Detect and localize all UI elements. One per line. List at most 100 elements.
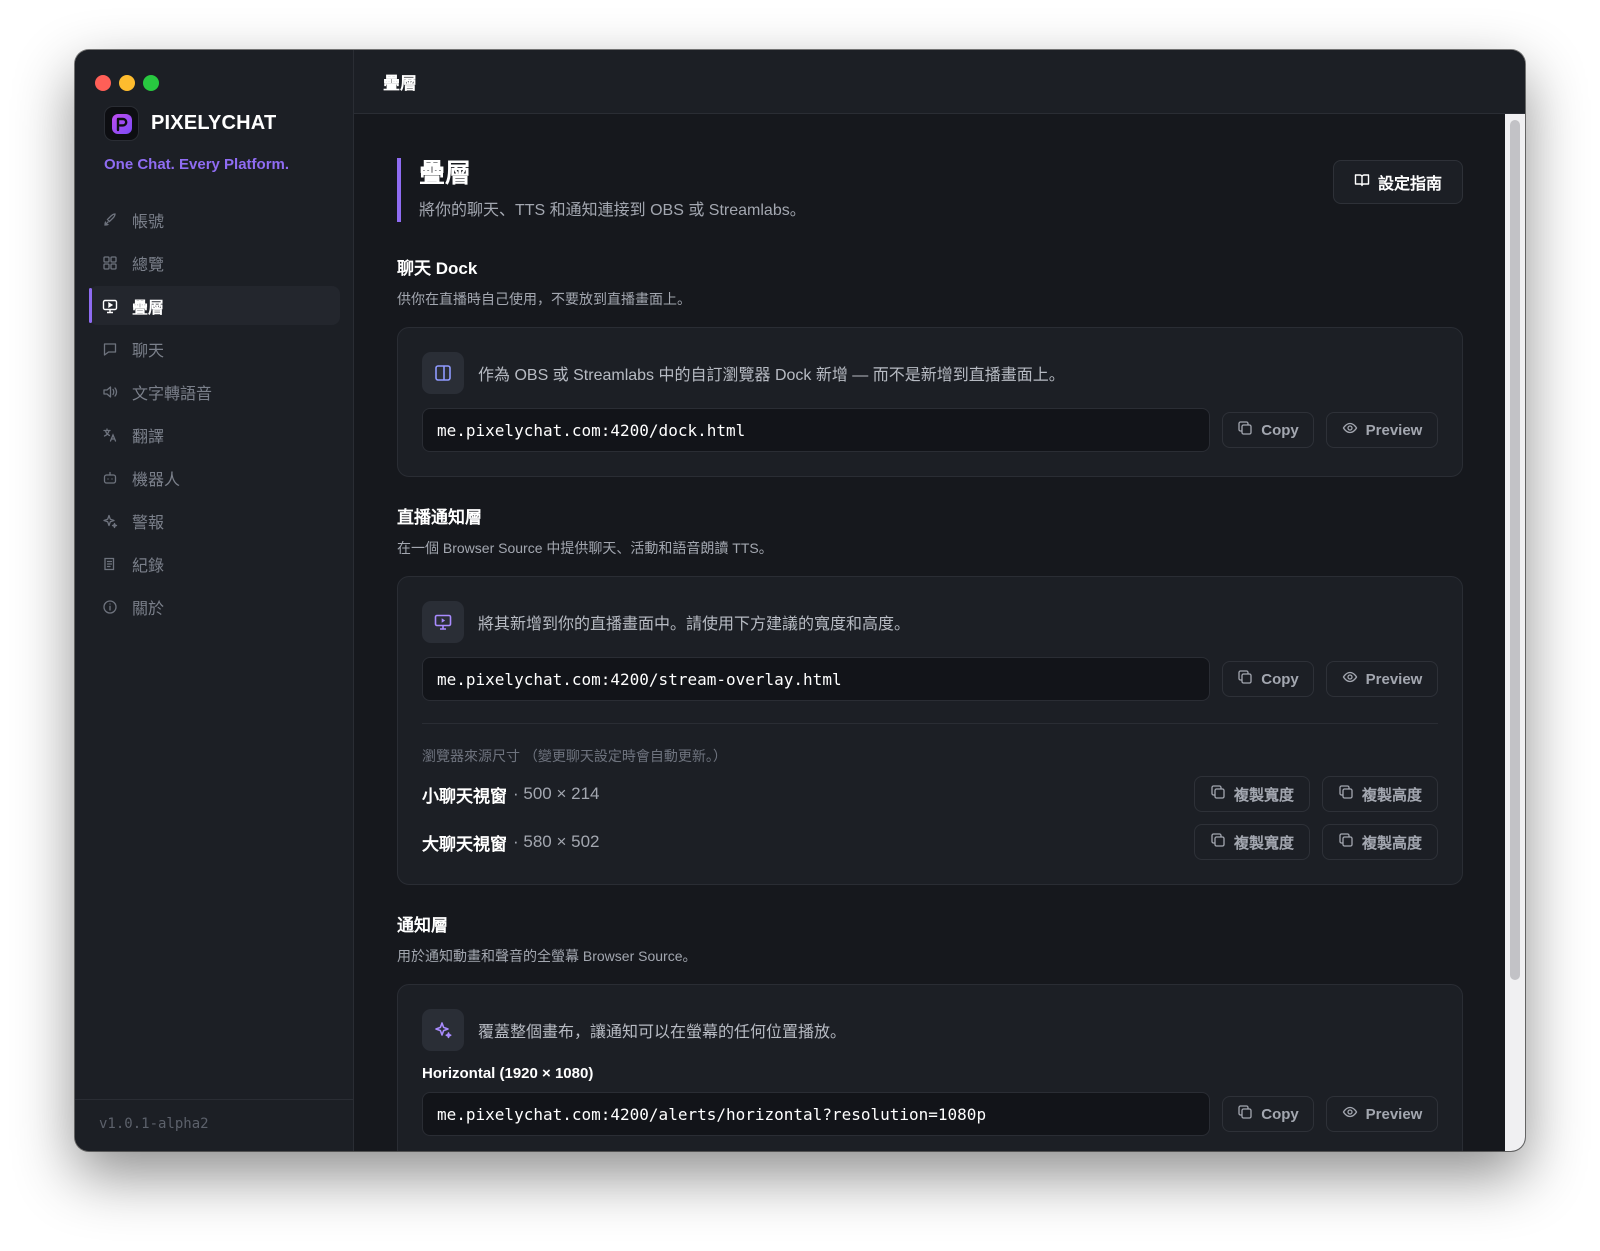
copy-width-button[interactable]: 複製寬度 <box>1194 824 1310 860</box>
chat-bubble-icon <box>101 340 119 358</box>
setup-guide-button[interactable]: 設定指南 <box>1332 160 1463 204</box>
section-subtitle: 用於通知動畫和聲音的全螢幕 Browser Source。 <box>397 948 697 964</box>
sidebar-item-label: 聊天 <box>132 342 165 360</box>
monitor-play-icon <box>422 601 464 643</box>
copy-width-label: 複製寬度 <box>1233 786 1294 804</box>
sparkle-icon <box>422 1009 464 1051</box>
sidebar-item-tts[interactable]: 文字轉語音 <box>89 372 340 411</box>
sidebar-item-translate[interactable]: 翻譯 <box>89 415 340 454</box>
sidebar-item-label: 紀錄 <box>132 557 165 575</box>
window-controls <box>95 75 159 91</box>
preview-button[interactable]: Preview <box>1326 1096 1438 1132</box>
minimize-window-button[interactable] <box>119 75 135 91</box>
copy-label: Copy <box>1261 421 1299 439</box>
size-name: 小聊天視窗 <box>422 786 507 806</box>
app-name: PIXELYCHAT <box>151 112 277 134</box>
size-row-small: 小聊天視窗 · 500 × 214 複製寬度 複製高度 <box>422 774 1438 814</box>
section-subtitle: 在一個 Browser Source 中提供聊天、活動和語音朗讀 TTS。 <box>397 540 773 556</box>
copy-icon <box>1237 1104 1253 1124</box>
preview-label: Preview <box>1365 1105 1423 1123</box>
eye-icon <box>1342 669 1358 689</box>
size-dimensions: · 500 × 214 <box>513 784 600 803</box>
copy-height-button[interactable]: 複製高度 <box>1322 824 1438 860</box>
horizontal-label: Horizontal (1920 × 1080) <box>422 1065 594 1082</box>
sidebar-item-label: 關於 <box>132 600 165 618</box>
section-subtitle: 供你在直播時自己使用，不要放到直播畫面上。 <box>397 291 691 307</box>
scrollbar[interactable] <box>1505 114 1525 1151</box>
info-icon <box>101 598 119 616</box>
copy-height-button[interactable]: 複製高度 <box>1322 776 1438 812</box>
sidebar-item-label: 翻譯 <box>132 428 165 446</box>
eye-icon <box>1342 1104 1358 1124</box>
page-subtitle: 將你的聊天、TTS 和通知連接到 OBS 或 Streamlabs。 <box>419 202 806 219</box>
size-name: 大聊天視窗 <box>422 834 507 854</box>
rocket-icon <box>101 211 119 229</box>
copy-width-label: 複製寬度 <box>1233 834 1294 852</box>
scrollbar-thumb[interactable] <box>1510 120 1520 980</box>
copy-button[interactable]: Copy <box>1222 661 1314 697</box>
translate-icon <box>101 426 119 444</box>
sidebar-item-label: 帳號 <box>132 213 165 231</box>
dock-section: 聊天 Dock 供你在直播時自己使用，不要放到直播畫面上。 作為 OBS 或 S… <box>397 254 1463 477</box>
app-version: v1.0.1-alpha2 <box>75 1099 353 1151</box>
sidebar-item-label: 文字轉語音 <box>132 385 213 403</box>
monitor-play-icon <box>101 297 119 315</box>
card-description: 將其新增到你的直播畫面中。請使用下方建議的寬度和高度。 <box>478 616 911 633</box>
sidebar-item-about[interactable]: 關於 <box>89 587 340 626</box>
sidebar-item-chat[interactable]: 聊天 <box>89 329 340 368</box>
sparkle-icon <box>101 512 119 530</box>
brand: PIXELYCHAT <box>104 106 276 141</box>
copy-button[interactable]: Copy <box>1222 1096 1314 1132</box>
log-icon <box>101 555 119 573</box>
bot-icon <box>101 469 119 487</box>
card-description: 作為 OBS 或 Streamlabs 中的自訂瀏覽器 Dock 新增 — 而不… <box>478 367 1065 384</box>
copy-icon <box>1210 832 1226 852</box>
sidebar-nav: 帳號 總覽 疊層 聊天 文字轉語音 翻譯 機器人 警報 紀錄 關於 <box>89 200 340 630</box>
size-dimensions: · 580 × 502 <box>513 832 600 851</box>
sidebar-item-label: 機器人 <box>132 471 181 489</box>
alerts-section: 通知層 用於通知動畫和聲音的全螢幕 Browser Source。 覆蓋整個畫布… <box>397 911 1463 1151</box>
sidebar-panel-icon <box>422 352 464 394</box>
dock-card: 作為 OBS 或 Streamlabs 中的自訂瀏覽器 Dock 新增 — 而不… <box>397 327 1463 477</box>
sidebar-item-logs[interactable]: 紀錄 <box>89 544 340 583</box>
app-tagline: One Chat. Every Platform. <box>104 156 290 173</box>
sidebar-item-bot[interactable]: 機器人 <box>89 458 340 497</box>
zoom-window-button[interactable] <box>143 75 159 91</box>
preview-button[interactable]: Preview <box>1326 412 1438 448</box>
preview-button[interactable]: Preview <box>1326 661 1438 697</box>
speaker-icon <box>101 383 119 401</box>
eye-icon <box>1342 420 1358 440</box>
app-window: PIXELYCHAT One Chat. Every Platform. 帳號 … <box>75 50 1525 1151</box>
sidebar-item-overlays[interactable]: 疊層 <box>89 286 340 325</box>
grid-icon <box>101 254 119 272</box>
section-title: 聊天 Dock <box>397 259 478 278</box>
alerts-horizontal-url-field[interactable]: me.pixelychat.com:4200/alerts/horizontal… <box>422 1092 1210 1136</box>
book-icon <box>1354 172 1370 193</box>
copy-height-label: 複製高度 <box>1361 786 1422 804</box>
app-logo-icon <box>104 106 139 141</box>
stream-overlay-url-field[interactable]: me.pixelychat.com:4200/stream-overlay.ht… <box>422 657 1210 701</box>
main-content: 疊層 將你的聊天、TTS 和通知連接到 OBS 或 Streamlabs。 設定… <box>354 114 1525 1151</box>
content-column: 疊層 將你的聊天、TTS 和通知連接到 OBS 或 Streamlabs。 設定… <box>397 114 1463 1151</box>
copy-width-button[interactable]: 複製寬度 <box>1194 776 1310 812</box>
copy-icon <box>1338 832 1354 852</box>
copy-button[interactable]: Copy <box>1222 412 1314 448</box>
stream-overlay-section: 直播通知層 在一個 Browser Source 中提供聊天、活動和語音朗讀 T… <box>397 503 1463 885</box>
sidebar-item-alerts[interactable]: 警報 <box>89 501 340 540</box>
copy-icon <box>1338 784 1354 804</box>
close-window-button[interactable] <box>95 75 111 91</box>
page-header: 疊層 將你的聊天、TTS 和通知連接到 OBS 或 Streamlabs。 設定… <box>397 158 1463 222</box>
top-bar: 疊層 <box>354 50 1525 114</box>
section-title: 通知層 <box>397 916 448 935</box>
dock-url-field[interactable]: me.pixelychat.com:4200/dock.html <box>422 408 1210 452</box>
sidebar-item-overview[interactable]: 總覽 <box>89 243 340 282</box>
setup-guide-label: 設定指南 <box>1377 176 1442 193</box>
top-bar-title: 疊層 <box>383 74 417 93</box>
sidebar-item-account[interactable]: 帳號 <box>89 200 340 239</box>
copy-icon <box>1237 669 1253 689</box>
page-title: 疊層 <box>419 158 472 188</box>
section-title: 直播通知層 <box>397 508 482 527</box>
copy-label: Copy <box>1261 670 1299 688</box>
card-description: 覆蓋整個畫布，讓通知可以在螢幕的任何位置播放。 <box>478 1024 847 1041</box>
sidebar-item-label: 警報 <box>132 514 165 532</box>
